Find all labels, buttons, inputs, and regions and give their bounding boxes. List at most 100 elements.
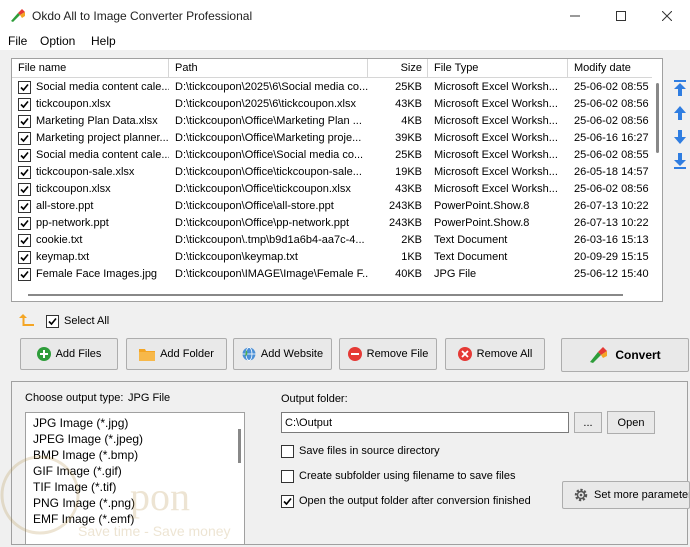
table-row[interactable]: tickcoupon.xlsx D:\tickcoupon\Office\tick… [12, 181, 652, 198]
remove-minus-icon [347, 347, 362, 361]
move-to-top-icon[interactable] [671, 79, 689, 97]
output-type-scrollbar[interactable] [235, 413, 244, 544]
add-files-button[interactable]: Add Files [20, 338, 118, 370]
parent-folder-icon[interactable] [19, 312, 35, 328]
table-row[interactable]: Marketing project planner.... D:\tickcoup… [12, 130, 652, 147]
cell-size: 25KB [395, 149, 422, 161]
table-row[interactable]: cookie.txt D:\tickcoupon\.tmp\b9d1a6b4-aa… [12, 232, 652, 249]
cell-path: D:\tickcoupon\Office\Marketing Plan ... [175, 115, 362, 127]
table-row[interactable]: Social media content cale... D:\tickcoupo… [12, 79, 652, 96]
check-mark-icon [20, 100, 29, 109]
window-title: Okdo All to Image Converter Professional [32, 9, 253, 23]
horizontal-scrollbar[interactable] [12, 288, 652, 301]
cell-name: all-store.ppt [36, 200, 94, 212]
check-mark-icon [283, 497, 292, 506]
cell-date: 25-06-02 08:55 [574, 149, 649, 161]
remove-file-button[interactable]: Remove File [339, 338, 437, 370]
save-in-source-checkbox[interactable] [281, 445, 294, 458]
remove-all-button[interactable]: Remove All [445, 338, 545, 370]
cell-date: 25-06-16 16:27 [574, 132, 649, 144]
cell-path: D:\tickcoupon\Office\tickcoupon-sale... [175, 166, 362, 178]
cell-type: Microsoft Excel Worksh... [434, 81, 558, 93]
table-row[interactable]: tickcoupon.xlsx D:\tickcoupon\2025\6\tick… [12, 96, 652, 113]
column-header-file-type[interactable]: File Type [428, 59, 568, 78]
table-row[interactable]: tickcoupon-sale.xlsx D:\tickcoupon\Office… [12, 164, 652, 181]
column-header-path[interactable]: Path [169, 59, 368, 78]
output-type-item[interactable]: EMF Image (*.emf) [33, 511, 134, 527]
menu-help[interactable]: Help [91, 34, 116, 48]
browse-folder-button[interactable]: ... [574, 412, 602, 433]
output-type-scroll-thumb[interactable] [238, 429, 241, 463]
close-button[interactable] [644, 0, 690, 32]
cell-name: keymap.txt [36, 251, 90, 263]
output-folder-input[interactable] [281, 412, 569, 433]
table-row[interactable]: Female Face Images.jpg D:\tickcoupon\IMAG… [12, 266, 652, 283]
cell-path: D:\tickcoupon\Office\tickcoupon.xlsx [175, 183, 351, 195]
cell-size: 19KB [395, 166, 422, 178]
set-more-parameters-button[interactable]: Set more parameters [562, 481, 690, 509]
cell-type: Microsoft Excel Worksh... [434, 132, 558, 144]
vertical-scrollbar[interactable] [652, 59, 662, 301]
add-folder-button[interactable]: Add Folder [126, 338, 227, 370]
cell-type: JPG File [434, 268, 477, 280]
cell-size: 40KB [395, 268, 422, 280]
horizontal-scroll-thumb[interactable] [28, 294, 623, 296]
output-type-list[interactable]: JPG Image (*.jpg) JPEG Image (*.jpeg) BM… [25, 412, 245, 545]
table-row[interactable]: all-store.ppt D:\tickcoupon\Office\all-st… [12, 198, 652, 215]
create-subfolder-checkbox[interactable] [281, 470, 294, 483]
output-folder-label: Output folder: [281, 393, 348, 405]
move-down-icon[interactable] [671, 128, 689, 146]
selected-output-type: JPG File [128, 392, 171, 404]
cell-path: D:\tickcoupon\2025\6\Social media co... [175, 81, 368, 93]
cell-name: Female Face Images.jpg [36, 268, 158, 280]
convert-icon [590, 347, 608, 363]
check-mark-icon [20, 151, 29, 160]
output-type-item[interactable]: JPG Image (*.jpg) [33, 415, 128, 431]
output-type-item[interactable]: PNG Image (*.png) [33, 495, 135, 511]
add-website-button[interactable]: Add Website [233, 338, 332, 370]
maximize-button[interactable] [598, 0, 644, 32]
cell-date: 26-05-18 14:57 [574, 166, 649, 178]
table-row[interactable]: keymap.txt D:\tickcoupon\keymap.txt 1KB Tex… [12, 249, 652, 266]
cell-name: cookie.txt [36, 234, 83, 246]
gear-icon [574, 488, 588, 502]
minimize-button[interactable] [552, 0, 598, 32]
cell-type: Microsoft Excel Worksh... [434, 166, 558, 178]
check-mark-icon [20, 83, 29, 92]
output-type-item[interactable]: JPEG Image (*.jpeg) [33, 431, 143, 447]
convert-button[interactable]: Convert [561, 338, 689, 372]
output-type-item[interactable]: TIF Image (*.tif) [33, 479, 116, 495]
cell-date: 26-07-13 10:22 [574, 217, 649, 229]
table-header: File name Path Size File Type Modify dat… [12, 59, 652, 78]
column-header-file-name[interactable]: File name [12, 59, 169, 78]
add-plus-icon [36, 347, 51, 361]
output-type-item[interactable]: BMP Image (*.bmp) [33, 447, 138, 463]
menu-option[interactable]: Option [40, 34, 75, 48]
cell-type: Microsoft Excel Worksh... [434, 98, 558, 110]
table-row[interactable]: Marketing Plan Data.xlsx D:\tickcoupon\Of… [12, 113, 652, 130]
move-to-bottom-icon[interactable] [671, 152, 689, 170]
menu-file[interactable]: File [8, 34, 27, 48]
select-all-checkbox[interactable] [46, 315, 59, 328]
column-header-modify-date[interactable]: Modify date [568, 59, 652, 78]
app-logo-icon [11, 9, 25, 22]
column-header-size[interactable]: Size [368, 59, 428, 78]
cell-name: tickcoupon.xlsx [36, 98, 111, 110]
open-output-folder-checkbox[interactable] [281, 495, 294, 508]
check-mark-icon [48, 317, 57, 326]
remove-all-x-icon [457, 347, 472, 361]
select-all-label: Select All [64, 315, 110, 327]
move-up-icon[interactable] [671, 104, 689, 122]
file-list-table[interactable]: File name Path Size File Type Modify dat… [11, 58, 663, 302]
globe-icon [242, 347, 256, 361]
output-type-item[interactable]: GIF Image (*.gif) [33, 463, 122, 479]
table-row[interactable]: Social media content cale... D:\tickcoupo… [12, 147, 652, 164]
open-folder-button[interactable]: Open [607, 411, 655, 434]
cell-name: Social media content cale... [36, 149, 169, 161]
cell-date: 26-03-16 15:13 [574, 234, 649, 246]
vertical-scroll-thumb[interactable] [656, 83, 659, 153]
cell-date: 25-06-12 15:40 [574, 268, 649, 280]
cell-path: D:\tickcoupon\Office\all-store.ppt [175, 200, 334, 212]
table-row[interactable]: pp-network.ppt D:\tickcoupon\Office\pp-ne… [12, 215, 652, 232]
cell-path: D:\tickcoupon\Office\pp-network.ppt [175, 217, 350, 229]
